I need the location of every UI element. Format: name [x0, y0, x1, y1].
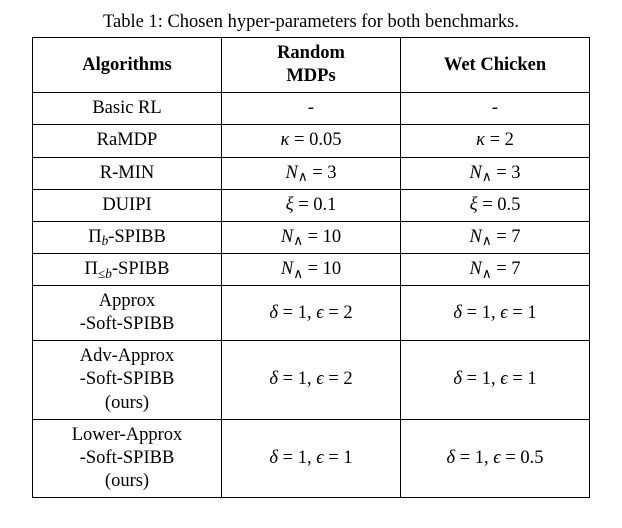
table-row: Adv-Approx-Soft-SPIBB(ours)δ = 1, ϵ = 2δ…: [33, 341, 590, 419]
column-header-random-line2: MDPs: [286, 66, 335, 86]
cell-algorithm: Adv-Approx-Soft-SPIBB(ours): [33, 341, 222, 419]
cell-random-mdps: N∧ = 3: [222, 157, 401, 189]
column-header-random-mdps: Random MDPs: [222, 38, 401, 93]
cell-algorithm: DUIPI: [33, 189, 222, 221]
table-row: Πb-SPIBBN∧ = 10N∧ = 7: [33, 221, 590, 253]
cell-wet-chicken: δ = 1, ϵ = 1: [401, 341, 590, 419]
cell-random-mdps: δ = 1, ϵ = 2: [222, 341, 401, 419]
column-header-algorithms: Algorithms: [33, 38, 222, 93]
cell-wet-chicken: δ = 1, ϵ = 1: [401, 286, 590, 341]
cell-wet-chicken: N∧ = 3: [401, 157, 590, 189]
hyperparameters-table: Algorithms Random MDPs Wet Chicken Basic…: [32, 37, 590, 498]
cell-random-mdps: ξ = 0.1: [222, 189, 401, 221]
table-row: Π≤b-SPIBBN∧ = 10N∧ = 7: [33, 253, 590, 285]
table-row: Lower-Approx-Soft-SPIBB(ours)δ = 1, ϵ = …: [33, 419, 590, 497]
cell-algorithm: Approx-Soft-SPIBB: [33, 286, 222, 341]
cell-wet-chicken: N∧ = 7: [401, 253, 590, 285]
table-row: RaMDPκ = 0.05κ = 2: [33, 125, 590, 157]
cell-wet-chicken: δ = 1, ϵ = 0.5: [401, 419, 590, 497]
cell-random-mdps: δ = 1, ϵ = 2: [222, 286, 401, 341]
table-header-row: Algorithms Random MDPs Wet Chicken: [33, 38, 590, 93]
cell-random-mdps: N∧ = 10: [222, 221, 401, 253]
table-row: Basic RL--: [33, 93, 590, 125]
cell-wet-chicken: -: [401, 93, 590, 125]
cell-algorithm: R-MIN: [33, 157, 222, 189]
cell-random-mdps: N∧ = 10: [222, 253, 401, 285]
cell-random-mdps: -: [222, 93, 401, 125]
table-row: DUIPIξ = 0.1ξ = 0.5: [33, 189, 590, 221]
cell-random-mdps: δ = 1, ϵ = 1: [222, 419, 401, 497]
cell-wet-chicken: N∧ = 7: [401, 221, 590, 253]
cell-algorithm: Lower-Approx-Soft-SPIBB(ours): [33, 419, 222, 497]
column-header-random-line1: Random: [277, 43, 345, 63]
cell-algorithm: Basic RL: [33, 93, 222, 125]
cell-algorithm: Πb-SPIBB: [33, 221, 222, 253]
table-row: Approx-Soft-SPIBBδ = 1, ϵ = 2δ = 1, ϵ = …: [33, 286, 590, 341]
table-body: Basic RL--RaMDPκ = 0.05κ = 2R-MINN∧ = 3N…: [33, 93, 590, 498]
cell-algorithm: Π≤b-SPIBB: [33, 253, 222, 285]
cell-algorithm: RaMDP: [33, 125, 222, 157]
table-row: R-MINN∧ = 3N∧ = 3: [33, 157, 590, 189]
cell-wet-chicken: ξ = 0.5: [401, 189, 590, 221]
cell-wet-chicken: κ = 2: [401, 125, 590, 157]
cell-random-mdps: κ = 0.05: [222, 125, 401, 157]
column-header-wet-chicken: Wet Chicken: [401, 38, 590, 93]
table-caption: Table 1: Chosen hyper-parameters for bot…: [24, 12, 598, 33]
